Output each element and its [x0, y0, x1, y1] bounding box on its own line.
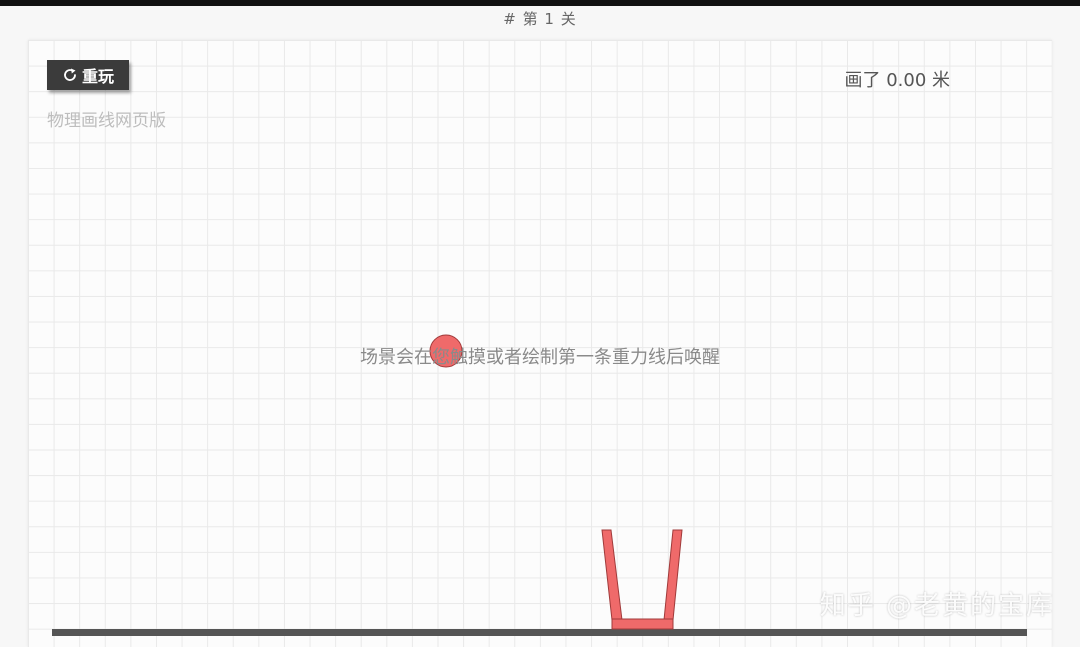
refresh-icon — [64, 68, 76, 81]
cup-right-wall — [663, 529, 683, 621]
replay-label: 重玩 — [81, 67, 114, 86]
replay-button[interactable]: 重玩 — [47, 60, 129, 90]
ground-platform — [52, 629, 1027, 636]
drawn-distance: 画了 0.00 米 — [844, 70, 950, 91]
game-stage[interactable]: 重玩 物理画线网页版 画了 0.00 米 场景会在您触摸或者绘制第一条重力线后唤… — [28, 40, 1052, 647]
cup-left-wall — [601, 529, 623, 621]
watermark: 知乎 @老黄的宝库 — [819, 591, 1054, 621]
game-subtitle: 物理画线网页版 — [47, 111, 166, 131]
level-title: # 第 1 关 — [503, 10, 577, 28]
cup-bottom — [611, 618, 674, 630]
top-bar — [0, 0, 1080, 6]
wake-hint: 场景会在您触摸或者绘制第一条重力线后唤醒 — [360, 347, 720, 368]
